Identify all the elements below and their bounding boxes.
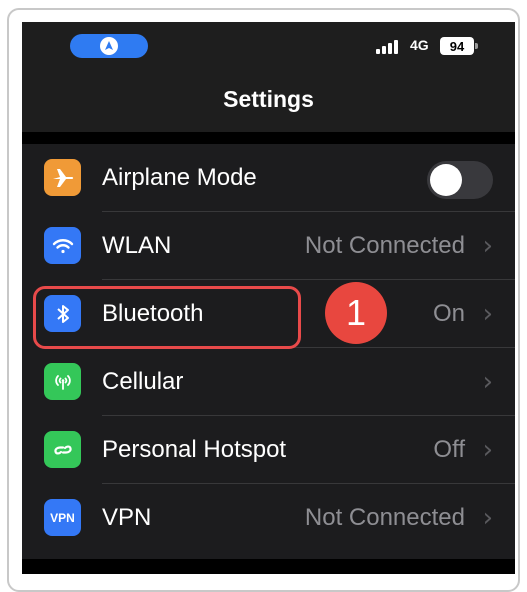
- settings-row-value: On: [432, 300, 465, 327]
- toggle-knob: [430, 164, 462, 196]
- page-title: Settings: [223, 86, 314, 112]
- settings-row-personal-hotspot[interactable]: Personal Hotspot Off ›: [22, 416, 515, 484]
- header: Settings: [22, 72, 515, 132]
- settings-row-vpn[interactable]: VPN VPN Not Connected ›: [22, 484, 515, 552]
- vpn-icon: VPN: [44, 499, 81, 536]
- settings-row-label: Personal Hotspot: [102, 436, 287, 463]
- signal-strength-icon: [376, 40, 403, 54]
- settings-row-wlan[interactable]: WLAN Not Connected ›: [22, 212, 515, 280]
- chevron-right-icon: ›: [482, 367, 493, 397]
- settings-row-label: WLAN: [102, 232, 172, 259]
- settings-row-value: Off: [433, 436, 465, 463]
- wifi-icon: [44, 227, 81, 264]
- header-divider: [22, 132, 515, 144]
- bluetooth-highlight-box: [33, 286, 301, 349]
- network-type: 4G: [410, 37, 429, 53]
- settings-list: Airplane Mode WLAN Not Connected › Bluet…: [22, 144, 515, 559]
- vpn-icon-text: VPN: [50, 510, 75, 525]
- settings-row-cellular[interactable]: Cellular ›: [22, 348, 515, 416]
- status-bar: 4G 94: [22, 22, 515, 72]
- settings-row-value: Not Connected: [304, 232, 465, 259]
- hotspot-link-icon: [44, 431, 81, 468]
- battery-tip: [475, 43, 478, 49]
- settings-row-label: Airplane Mode: [102, 164, 257, 191]
- navigation-arrow-icon: [100, 37, 118, 55]
- chevron-right-icon: ›: [482, 231, 493, 261]
- airplane-icon: [44, 159, 81, 196]
- settings-row-label: VPN: [102, 504, 152, 531]
- chevron-right-icon: ›: [482, 435, 493, 465]
- chevron-right-icon: ›: [482, 503, 493, 533]
- settings-row-value: Not Connected: [304, 504, 465, 531]
- step-number-badge: 1: [325, 282, 387, 344]
- cellular-antenna-icon: [44, 363, 81, 400]
- battery-level: 94: [440, 37, 474, 55]
- chevron-right-icon: ›: [482, 299, 493, 329]
- navigation-pill[interactable]: [70, 34, 148, 58]
- airplane-mode-toggle[interactable]: [427, 161, 493, 199]
- settings-row-label: Cellular: [102, 368, 184, 395]
- settings-row-airplane-mode[interactable]: Airplane Mode: [22, 144, 515, 212]
